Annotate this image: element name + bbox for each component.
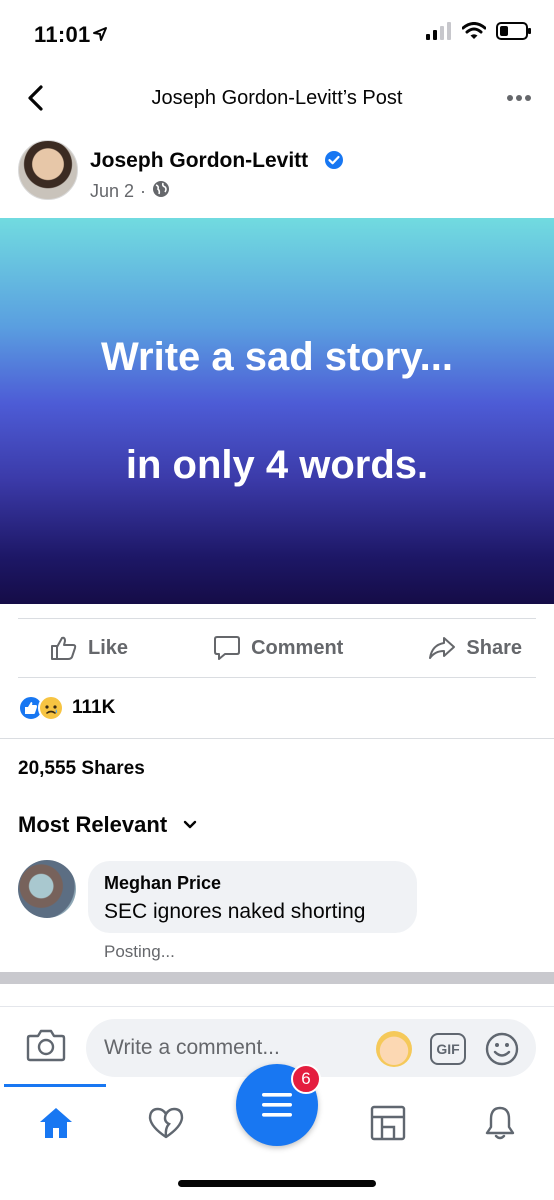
dating-heart-icon [148,1107,184,1139]
emoji-button[interactable] [484,1031,520,1067]
author-name[interactable]: Joseph Gordon-Levitt [90,149,308,173]
active-tab-indicator [4,1084,106,1087]
meta-separator: · [140,181,147,201]
reactions-count: 111K [72,697,116,718]
status-bar: 11:01 [0,0,554,62]
more-options-button[interactable] [504,86,534,110]
avatar-sticker-icon[interactable] [376,1031,412,1067]
like-button[interactable]: Like [50,635,128,661]
location-arrow-icon [92,26,108,47]
cellular-signal-icon [426,22,452,45]
divider [0,738,554,739]
chevron-down-icon [183,820,197,829]
page-title: Joseph Gordon-Levitt’s Post [151,87,403,109]
comment-sort-dropdown[interactable]: Most Relevant [18,812,197,838]
share-button[interactable]: Share [428,635,522,661]
menu-icon [262,1093,292,1117]
home-icon [40,1108,72,1138]
comment-status: Posting... [104,942,175,961]
post-date[interactable]: Jun 2 [90,181,134,202]
gif-button[interactable]: GIF [430,1033,466,1065]
tab-notifications[interactable] [470,1098,530,1148]
comment-bubble-icon [214,636,241,660]
post-header: Joseph Gordon-Levitt Jun 2 · [0,138,554,208]
more-dots-icon [507,95,531,101]
battery-icon [496,22,532,45]
tab-bar: 6 [0,1064,554,1200]
notifications-bell-icon [485,1106,515,1140]
post-text-card[interactable]: Write a sad story... in only 4 words. [0,218,554,604]
post-meta: Jun 2 · [90,180,170,203]
comment-button[interactable]: Comment [213,635,343,661]
wifi-icon [461,22,487,45]
sad-reaction-icon [38,695,64,721]
comment-label: Comment [251,636,344,659]
post-text-line-2: in only 4 words. [125,443,429,487]
commenter-avatar[interactable] [18,860,76,918]
post-action-bar: Like Comment Share [18,618,536,678]
notification-badge: 6 [291,1064,321,1094]
section-divider [0,972,554,984]
comment-bubble[interactable]: Meghan Price SEC ignores naked shorting [88,861,417,933]
tab-home[interactable] [26,1098,86,1148]
globe-icon [152,180,170,203]
thumbs-up-icon [51,636,77,660]
camera-button[interactable] [26,1027,68,1067]
shares-count[interactable]: 20,555 Shares [18,758,145,780]
tab-marketplace[interactable] [358,1098,418,1148]
status-icons [426,22,532,45]
smiley-icon [485,1032,519,1066]
verified-badge-icon [324,150,344,175]
marketplace-icon [370,1105,406,1141]
tab-dating[interactable] [136,1098,196,1148]
sort-label: Most Relevant [18,812,168,837]
comment-text: SEC ignores naked shorting [104,900,366,923]
reactions-summary[interactable]: 111K [18,688,115,728]
nav-header: Joseph Gordon-Levitt’s Post [0,68,554,128]
share-label: Share [466,636,522,659]
camera-icon [26,1029,66,1062]
comment-author[interactable]: Meghan Price [104,873,401,894]
like-label: Like [88,636,129,659]
share-arrow-icon [429,637,456,659]
post-text-line-1: Write a sad story... [101,335,453,379]
author-avatar[interactable] [18,140,78,200]
status-time: 11:01 [34,22,91,47]
home-indicator [178,1180,376,1187]
